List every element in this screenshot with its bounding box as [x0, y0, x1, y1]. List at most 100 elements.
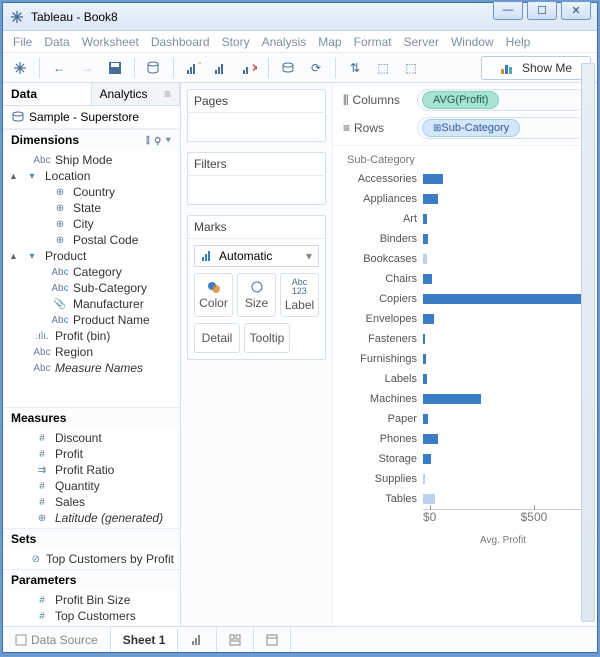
field-sub-category[interactable]: AbcSub-Category [3, 280, 180, 296]
measures-header: Measures [3, 407, 180, 428]
menu-format[interactable]: Format [354, 35, 392, 49]
new-worksheet-button[interactable] [178, 627, 217, 652]
rows-pill[interactable]: Sub-Category [422, 119, 520, 137]
field-product[interactable]: ▲▾Product [3, 248, 180, 264]
datasource-row[interactable]: Sample - Superstore [3, 106, 180, 129]
sort-asc-button[interactable]: ⬚ [372, 57, 394, 79]
menu-map[interactable]: Map [318, 35, 341, 49]
category-label: Fasteners [347, 333, 423, 345]
label-button[interactable]: Abc 123 Label [280, 273, 319, 317]
bar-row[interactable]: Phones [347, 429, 583, 449]
vertical-scrollbar[interactable] [581, 63, 595, 622]
bar-row[interactable]: Chairs [347, 269, 583, 289]
minimize-button[interactable]: — [493, 2, 523, 20]
new-dashboard-button[interactable] [217, 627, 254, 652]
new-sheet-button[interactable]: + [182, 57, 204, 79]
field-discount[interactable]: #Discount [3, 430, 180, 446]
field-quantity[interactable]: #Quantity [3, 478, 180, 494]
close-button[interactable]: ✕ [561, 2, 591, 20]
duplicate-sheet-button[interactable] [210, 57, 232, 79]
menu-file[interactable]: File [13, 35, 32, 49]
bar-row[interactable]: Supplies [347, 469, 583, 489]
menu-analysis[interactable]: Analysis [262, 35, 307, 49]
field-state[interactable]: ⊕State [3, 200, 180, 216]
category-label: Copiers [347, 293, 423, 305]
field-sales[interactable]: #Sales [3, 494, 180, 510]
field-product-name[interactable]: AbcProduct Name [3, 312, 180, 328]
save-button[interactable] [104, 57, 126, 79]
data-source-tab[interactable]: Data Source [3, 627, 111, 652]
show-me-button[interactable]: Show Me [481, 56, 591, 80]
bar-row[interactable]: Binders [347, 229, 583, 249]
field-category[interactable]: AbcCategory [3, 264, 180, 280]
field-top-customers-by-profit[interactable]: ⊘Top Customers by Profit [3, 551, 180, 567]
refresh-button[interactable]: ⟳ [305, 57, 327, 79]
bar-row[interactable]: Art [347, 209, 583, 229]
columns-shelf[interactable]: ⫼Columns AVG(Profit) [343, 89, 587, 111]
field-latitude-generated-[interactable]: ⊕Latitude (generated) [3, 510, 180, 526]
bar-row[interactable]: Accessories [347, 169, 583, 189]
field-postal-code[interactable]: ⊕Postal Code [3, 232, 180, 248]
bar-row[interactable]: Storage [347, 449, 583, 469]
field-city[interactable]: ⊕City [3, 216, 180, 232]
field-profit-ratio[interactable]: ⇉Profit Ratio [3, 462, 180, 478]
tooltip-button[interactable]: Tooltip [244, 323, 290, 353]
maximize-button[interactable]: ☐ [527, 2, 557, 20]
new-data-button[interactable] [143, 57, 165, 79]
connect-button[interactable] [277, 57, 299, 79]
pages-card[interactable]: Pages [187, 89, 326, 142]
bar-row[interactable]: Fasteners [347, 329, 583, 349]
columns-pill[interactable]: AVG(Profit) [422, 91, 499, 109]
field-profit[interactable]: #Profit [3, 446, 180, 462]
field-country[interactable]: ⊕Country [3, 184, 180, 200]
field-region[interactable]: AbcRegion [3, 344, 180, 360]
pages-label: Pages [188, 90, 325, 113]
tableau-icon[interactable] [9, 57, 31, 79]
bar-row[interactable]: Bookcases [347, 249, 583, 269]
filters-card[interactable]: Filters [187, 152, 326, 205]
sheet-tab[interactable]: Sheet 1 [111, 627, 179, 652]
field-ship-mode[interactable]: AbcShip Mode [3, 152, 180, 168]
menu-help[interactable]: Help [506, 35, 531, 49]
field-location[interactable]: ▲▾Location [3, 168, 180, 184]
columns-icon: ⫼ [343, 93, 349, 108]
swap-button[interactable]: ⇅ [344, 57, 366, 79]
menu-dashboard[interactable]: Dashboard [151, 35, 210, 49]
clear-sheet-button[interactable]: ✕ [238, 57, 260, 79]
bar-row[interactable]: Machines [347, 389, 583, 409]
bar-row[interactable]: Appliances [347, 189, 583, 209]
size-button[interactable]: Size [237, 273, 276, 317]
new-story-button[interactable] [254, 627, 291, 652]
menu-server[interactable]: Server [404, 35, 439, 49]
tab-analytics[interactable]: Analytics≡ [92, 83, 181, 105]
detail-button[interactable]: Detail [194, 323, 240, 353]
tab-data[interactable]: Data [3, 83, 92, 105]
field-measure-names[interactable]: AbcMeasure Names [3, 360, 180, 376]
category-label: Labels [347, 373, 423, 385]
marks-type-select[interactable]: Automatic ▾ [194, 245, 319, 267]
back-button[interactable]: ← [48, 57, 70, 79]
svg-text:✕: ✕ [251, 61, 257, 75]
menu-story[interactable]: Story [222, 35, 250, 49]
bar-row[interactable]: Labels [347, 369, 583, 389]
menu-data[interactable]: Data [44, 35, 69, 49]
color-button[interactable]: Color [194, 273, 233, 317]
sort-desc-button[interactable]: ⬚ [400, 57, 422, 79]
bar-row[interactable]: Envelopes [347, 309, 583, 329]
bar-row[interactable]: Paper [347, 409, 583, 429]
menu-worksheet[interactable]: Worksheet [82, 35, 139, 49]
bar-row[interactable]: Tables [347, 489, 583, 509]
forward-button[interactable]: → [76, 57, 98, 79]
rows-shelf[interactable]: ≡Rows Sub-Category [343, 117, 587, 139]
menu-window[interactable]: Window [451, 35, 494, 49]
field-profit-bin-[interactable]: .ılı.Profit (bin) [3, 328, 180, 344]
field-top-customers[interactable]: #Top Customers [3, 608, 180, 624]
bar-row[interactable]: Furnishings [347, 349, 583, 369]
field-manufacturer[interactable]: 📎Manufacturer [3, 296, 180, 312]
field-profit-bin-size[interactable]: #Profit Bin Size [3, 592, 180, 608]
parameters-header: Parameters [3, 569, 180, 590]
bar-row[interactable]: Copiers [347, 289, 583, 309]
viz-canvas[interactable]: Sub-Category AccessoriesAppliancesArtBin… [333, 146, 597, 626]
category-label: Furnishings [347, 353, 423, 365]
category-label: Binders [347, 233, 423, 245]
